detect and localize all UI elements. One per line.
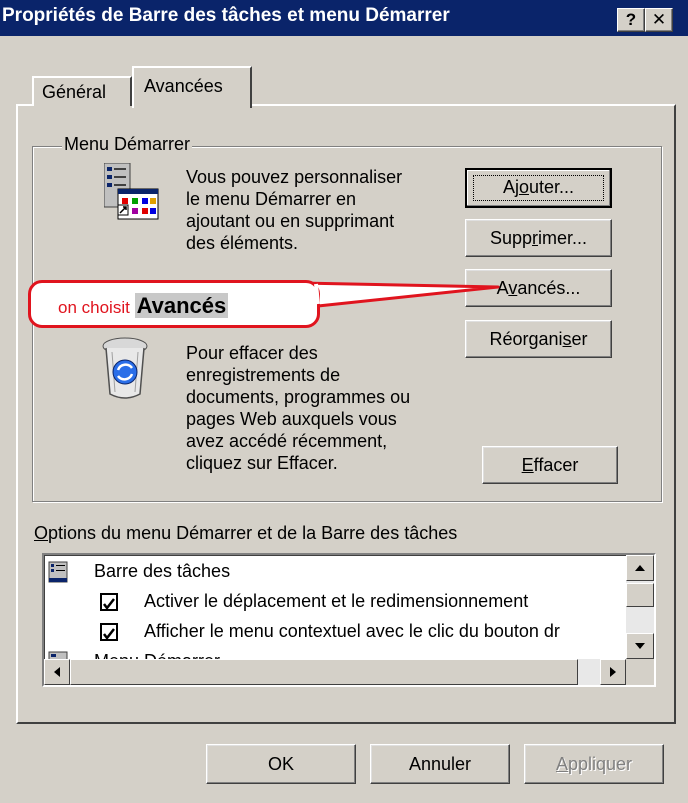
horizontal-scroll-thumb[interactable] bbox=[70, 659, 578, 685]
reorganize-label-post: er bbox=[571, 329, 588, 349]
scroll-down-button[interactable] bbox=[626, 633, 654, 659]
checkmark-icon bbox=[103, 598, 115, 611]
reorganize-label-accel: s bbox=[562, 329, 572, 349]
options-label: Options du menu Démarrer et de la Barre … bbox=[34, 523, 457, 544]
arrow-down-icon bbox=[635, 643, 645, 649]
start-menu-customize-icon bbox=[103, 162, 160, 221]
show-context-menu-checkbox[interactable] bbox=[100, 623, 118, 641]
ok-label: OK bbox=[267, 754, 294, 774]
scroll-up-button[interactable] bbox=[626, 555, 654, 581]
list-item-taskbar[interactable]: Barre des tâches bbox=[94, 561, 230, 582]
checkmark-icon bbox=[103, 628, 115, 641]
list-item-enable-move-resize[interactable]: Activer le déplacement et le redimension… bbox=[144, 591, 528, 612]
tab-avancees-label: Avancées bbox=[144, 76, 223, 96]
remove-button[interactable]: Supprimer... bbox=[465, 219, 612, 257]
customize-line: des éléments. bbox=[186, 233, 299, 253]
reorganize-button[interactable]: Réorganiser bbox=[465, 320, 612, 358]
advanced-button[interactable]: Avancés... bbox=[465, 269, 612, 307]
apply-button[interactable]: Appliquer bbox=[524, 744, 664, 784]
annotation-highlight: Avancés bbox=[134, 293, 229, 318]
clear-description: Pour effacer des enregistrements de docu… bbox=[186, 342, 410, 474]
scroll-right-button[interactable] bbox=[600, 659, 626, 685]
clear-line: pages Web auxquels vous bbox=[186, 409, 397, 429]
close-button[interactable]: ✕ bbox=[645, 8, 673, 32]
annotation-text: on choisit Avancés bbox=[58, 293, 229, 319]
vertical-scroll-thumb[interactable] bbox=[626, 583, 654, 607]
advanced-label-accel: v bbox=[508, 278, 518, 298]
options-tree-list[interactable]: Barre des tâches Activer le déplacement … bbox=[42, 553, 656, 687]
advanced-label-post: ancés... bbox=[517, 278, 581, 298]
start-menu-group-label: Menu Démarrer bbox=[62, 134, 193, 155]
reorganize-label-pre: Réorgani bbox=[489, 329, 563, 349]
clear-line: enregistrements de bbox=[186, 365, 341, 385]
scrollbar-corner bbox=[626, 659, 654, 685]
help-icon: ? bbox=[625, 10, 637, 29]
add-button[interactable]: Ajouter... bbox=[465, 168, 612, 208]
cancel-label: Annuler bbox=[408, 754, 472, 774]
clear-button[interactable]: Effacer bbox=[482, 446, 618, 484]
apply-label-rest: ppliquer bbox=[567, 754, 633, 774]
arrow-right-icon bbox=[610, 667, 616, 677]
cancel-button[interactable]: Annuler bbox=[370, 744, 510, 784]
window-title: Propriétés de Barre des tâches et menu D… bbox=[2, 5, 450, 26]
customize-description: Vous pouvez personnaliser le menu Démarr… bbox=[186, 166, 402, 254]
taskbar-icon bbox=[48, 561, 68, 583]
annotation-prefix: on choisit bbox=[58, 298, 130, 317]
ok-button[interactable]: OK bbox=[206, 744, 356, 784]
customize-line: Vous pouvez personnaliser bbox=[186, 167, 403, 187]
focus-rectangle bbox=[473, 175, 604, 201]
list-item-show-context-menu[interactable]: Afficher le menu contextuel avec le clic… bbox=[144, 621, 626, 642]
tab-avancees[interactable]: Avancées bbox=[132, 66, 252, 108]
options-label-accel: O bbox=[34, 523, 49, 543]
tab-general-label: Général bbox=[42, 82, 107, 102]
advanced-label-pre: A bbox=[496, 278, 509, 298]
clear-line: Pour effacer des bbox=[186, 343, 318, 363]
customize-line: le menu Démarrer en bbox=[186, 189, 357, 209]
list-item-start-menu[interactable]: Menu Démarrer bbox=[94, 651, 220, 659]
clear-line: documents, programmes ou bbox=[186, 387, 411, 407]
clear-label-accel: E bbox=[521, 455, 534, 475]
apply-label-accel: A bbox=[555, 754, 568, 774]
options-label-rest: ptions du menu Démarrer et de la Barre d… bbox=[48, 523, 458, 543]
arrow-left-icon bbox=[54, 667, 60, 677]
arrow-up-icon bbox=[635, 565, 645, 571]
remove-label-post: imer... bbox=[538, 228, 588, 248]
customize-line: ajoutant ou en supprimant bbox=[186, 211, 395, 231]
clear-line: cliquez sur Effacer. bbox=[186, 453, 338, 473]
clear-line: avez accédé récemment, bbox=[186, 431, 388, 451]
list-item-start-menu-label: Menu Démarrer bbox=[94, 651, 220, 659]
recycle-bin-icon bbox=[98, 336, 152, 402]
scroll-left-button[interactable] bbox=[44, 659, 70, 685]
remove-label-pre: Supp bbox=[489, 228, 533, 248]
clear-label-post: ffacer bbox=[533, 455, 579, 475]
close-icon: ✕ bbox=[651, 10, 667, 29]
tab-general[interactable]: Général bbox=[32, 76, 132, 106]
enable-move-resize-checkbox[interactable] bbox=[100, 593, 118, 611]
help-button[interactable]: ? bbox=[617, 8, 645, 32]
